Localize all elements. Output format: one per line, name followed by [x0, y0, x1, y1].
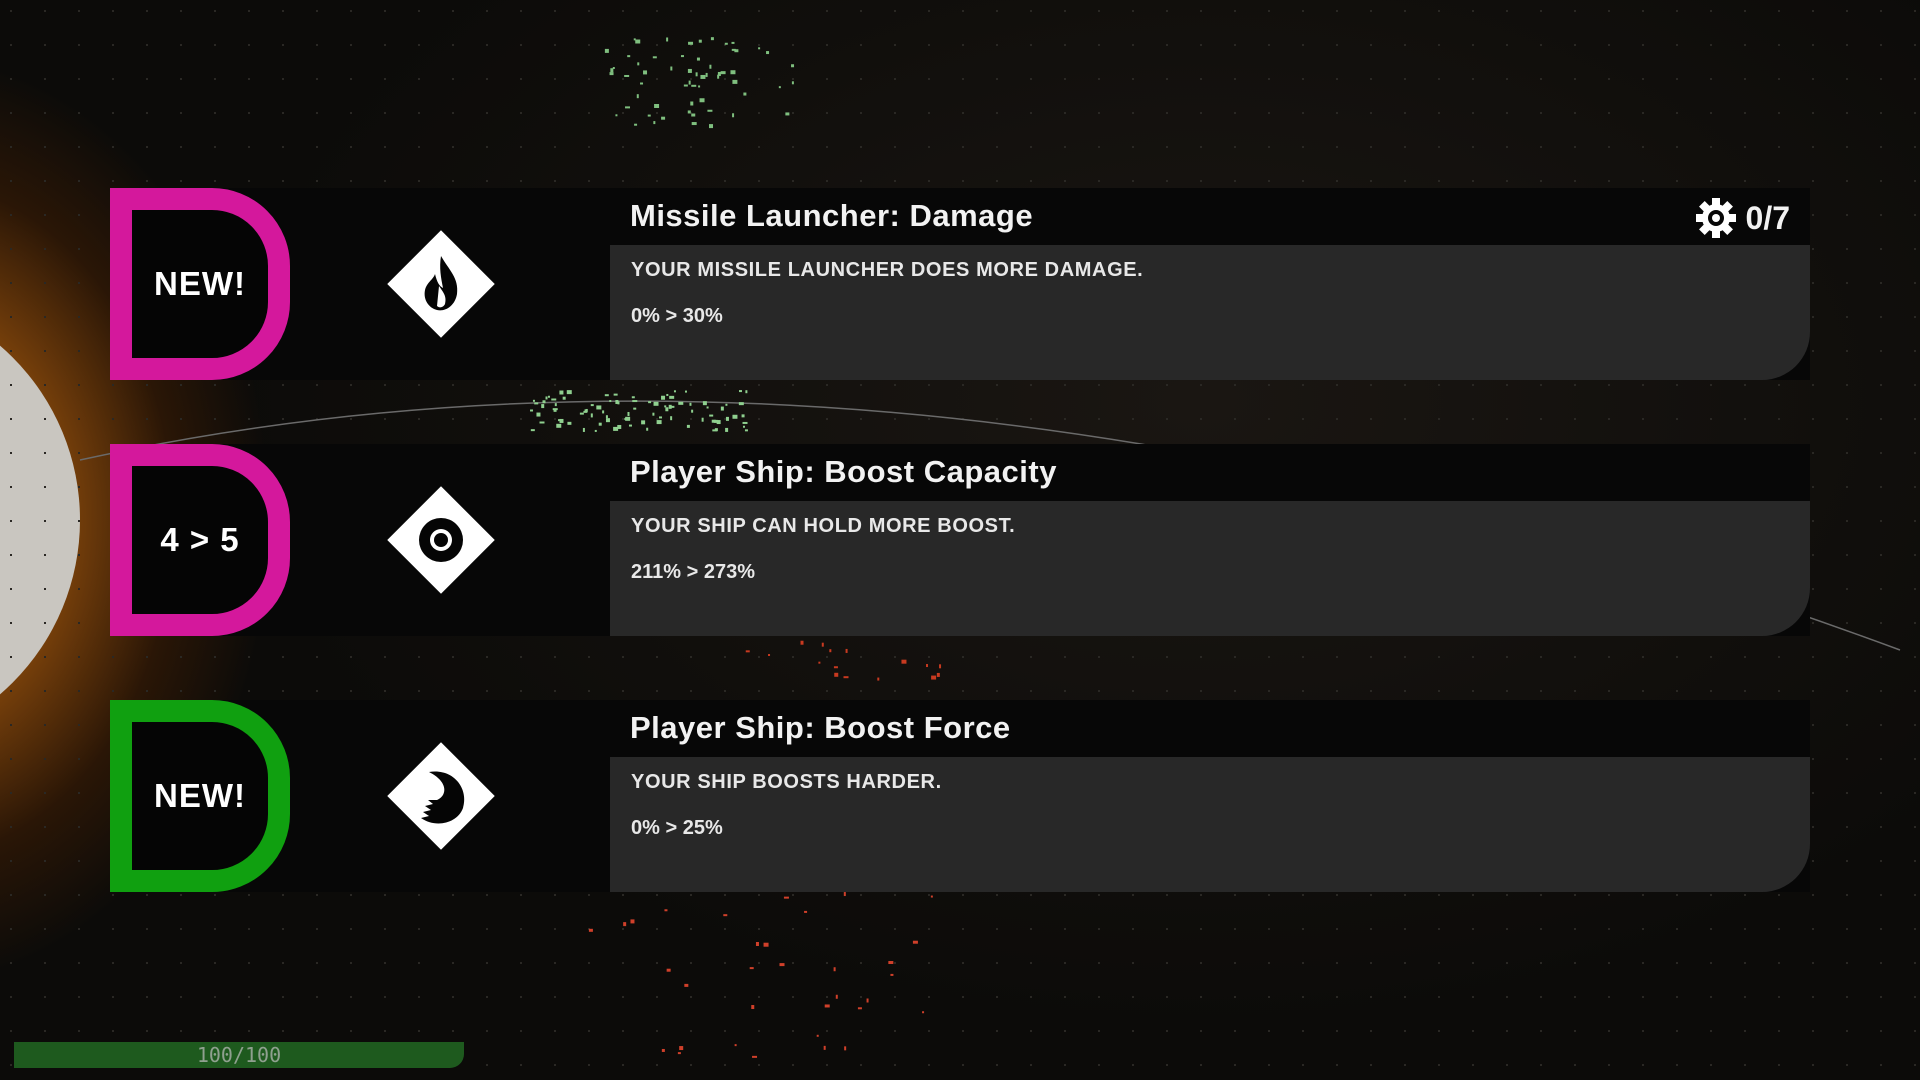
upgrade-title: Player Ship: Boost Capacity	[630, 454, 1057, 489]
upgrade-stat: 0% > 30%	[631, 305, 723, 327]
tier-badge: 4 > 5	[110, 444, 290, 636]
upgrade-title: Player Ship: Boost Force	[630, 710, 1011, 745]
upgrade-counter-value: 0/7	[1745, 199, 1790, 236]
tier-label: NEW!	[154, 777, 246, 814]
game-screen: NEW! Missile Launcher: Damage 0/7 YOUR M…	[0, 0, 1920, 1080]
upgrade-stat: 0% > 25%	[631, 817, 723, 839]
upgrade-title: Missile Launcher: Damage	[630, 198, 1034, 233]
tier-label: 4 > 5	[160, 521, 240, 558]
crescent-icon	[383, 738, 499, 854]
upgrade-card-1[interactable]: NEW! Missile Launcher: Damage 0/7 YOUR M…	[110, 188, 1810, 380]
upgrade-description: YOUR MISSILE LAUNCHER DOES MORE DAMAGE.	[631, 259, 1144, 281]
upgrade-card-2[interactable]: 4 > 5 Player Ship: Boost Capacity YOUR S…	[110, 444, 1810, 636]
gear-icon	[1695, 198, 1736, 238]
tier-badge: NEW!	[110, 188, 290, 380]
upgrade-panel: YOUR SHIP BOOSTS HARDER. 0% > 25%	[610, 757, 1810, 892]
upgrade-panel: YOUR MISSILE LAUNCHER DOES MORE DAMAGE. …	[610, 245, 1810, 380]
upgrade-card-3[interactable]: NEW! Player Ship: Boost Force YOUR SHIP …	[110, 700, 1810, 892]
upgrade-stat: 211% > 273%	[631, 561, 755, 583]
tier-badge: NEW!	[110, 700, 290, 892]
upgrade-description: YOUR SHIP CAN HOLD MORE BOOST.	[631, 515, 1016, 537]
flame-icon	[383, 226, 499, 342]
tier-label: NEW!	[154, 265, 246, 302]
health-text: 100/100	[196, 1043, 282, 1067]
health-bar: 100/100	[14, 1042, 464, 1068]
ring-icon	[383, 482, 499, 598]
upgrade-description: YOUR SHIP BOOSTS HARDER.	[631, 771, 942, 793]
upgrade-panel: YOUR SHIP CAN HOLD MORE BOOST. 211% > 27…	[610, 501, 1810, 636]
upgrade-counter: 0/7	[1694, 196, 1790, 240]
